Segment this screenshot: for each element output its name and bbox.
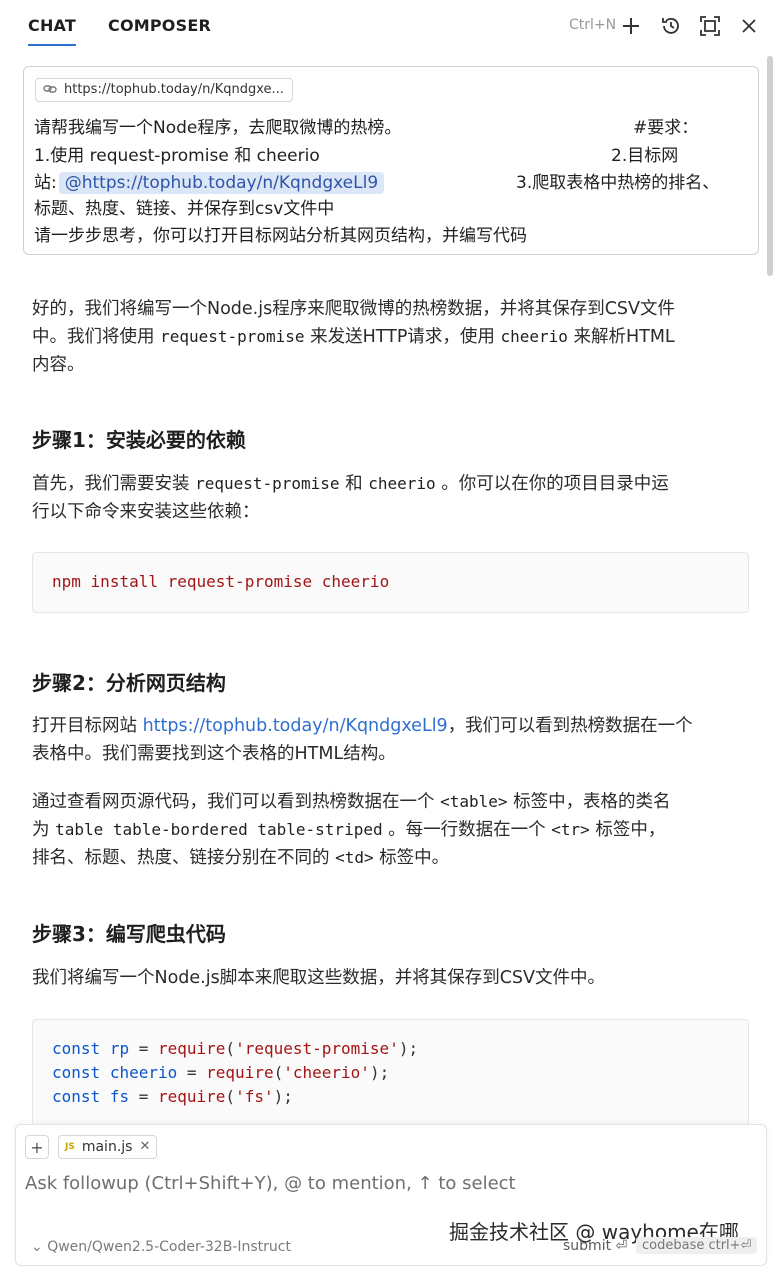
code-function: require [206,1063,274,1082]
code-token: npm [52,572,81,591]
inline-code: <tr> [551,820,590,839]
new-chat-shortcut: Ctrl+N [569,17,617,33]
text-span: 排名、标题、热度、链接分别在不同的 [32,848,336,868]
text-span: 为 [32,820,56,840]
target-site-link[interactable]: https://tophub.today/n/KqndgxeLl9 [143,716,448,736]
code-variable: fs [109,1087,130,1106]
step2-paragraph-line-4: 为 table table-bordered table-striped 。每一… [32,816,665,844]
text-span: 打开目标网站 [32,716,143,736]
user-line-1: 请帮我编写一个Node程序，去爬取微博的热榜。 [34,118,402,138]
text-span: 首先，我们需要安装 [32,474,196,494]
code-string: 'fs' [235,1087,274,1106]
step3-heading: 步骤3：编写爬虫代码 [32,922,226,946]
model-label: Qwen/Qwen2.5-Coder-32B-Instruct [47,1239,291,1255]
tab-composer[interactable]: COMPOSER [108,16,211,35]
code-variable: rp [109,1039,130,1058]
text-span: 标签中，表格的类名 [507,792,671,812]
url-mention[interactable]: @https://tophub.today/n/KqndgxeLl9 [58,172,385,194]
response-intro-line-2: 中。我们将使用 request-promise 来发送HTTP请求，使用 che… [32,323,675,351]
code-line: const fs = require('fs'); [52,1087,293,1106]
code-token: install [90,572,158,591]
tab-chat[interactable]: CHAT [28,16,76,46]
maximize-icon[interactable] [697,13,723,39]
install-code-block[interactable]: npm install request-promise cheerio [32,552,749,613]
inline-code: request-promise [160,327,305,346]
inline-code: cheerio [368,474,436,493]
close-icon[interactable] [736,13,762,39]
code-string: 'request-promise' [235,1039,399,1058]
code-line: const cheerio = require('cheerio'); [52,1063,390,1082]
inline-code: cheerio [500,327,568,346]
text-span: 和 [339,474,369,494]
code-variable: cheerio [109,1063,178,1082]
text-span: 。你可以在你的项目目录中运 [435,474,669,494]
code-line: npm install request-promise cheerio [52,572,389,591]
step2-heading: 步骤2：分析网页结构 [32,671,226,695]
step2-paragraph-line-2: 表格中。我们需要找到这个表格的HTML结构。 [32,744,396,764]
user-line-2-right: 2.目标网 [611,146,679,166]
step1-paragraph-line-1: 首先，我们需要安装 request-promise 和 cheerio 。你可以… [32,470,669,498]
url-context-chip[interactable]: https://tophub.today/n/Kqndgxe... [35,78,293,102]
step1-heading: 步骤1：安装必要的依赖 [32,428,246,452]
step2-paragraph-line-5: 排名、标题、热度、链接分别在不同的 <td> 标签中。 [32,844,449,872]
user-line-3-prefix: 站: [34,173,57,193]
user-line-2: 1.使用 request-promise 和 cheerio [34,146,320,166]
panel-header: CHAT COMPOSER Ctrl+N [0,0,773,54]
url-chip-label: https://tophub.today/n/Kqndgxe... [64,82,284,97]
plus-icon[interactable] [618,13,644,39]
followup-input-panel: + JS main.js ✕ Ask followup (Ctrl+Shift+… [15,1124,767,1266]
text-span: 来解析HTML [567,327,675,347]
step3-paragraph: 我们将编写一个Node.js脚本来爬取这些数据，并将其保存到CSV文件中。 [32,968,606,988]
scraper-code-block[interactable]: const rp = require('request-promise'); c… [32,1019,749,1124]
text-span: 标签中， [589,820,666,840]
submit-button[interactable]: submit ⏎ [563,1238,627,1254]
user-line-3-right: 3.爬取表格中热榜的排名、 [516,173,720,193]
link-icon [43,82,57,104]
code-function: require [157,1087,226,1106]
text-span: 。每一行数据在一个 [382,820,552,840]
scrollbar[interactable] [767,56,773,276]
code-token: request-promise [167,572,313,591]
codebase-button[interactable]: codebase ctrl+⏎ [636,1237,758,1254]
chevron-down-icon: ⌄ [31,1239,43,1255]
text-span: 中。我们将使用 [32,327,161,347]
inline-code: table table-bordered table-striped [55,820,383,839]
response-intro-line-1: 好的，我们将编写一个Node.js程序来爬取微博的热榜数据，并将其保存到CSV文… [32,299,676,319]
step2-paragraph-line-3: 通过查看网页源代码，我们可以看到热榜数据在一个 <table> 标签中，表格的类… [32,788,671,816]
user-message: https://tophub.today/n/Kqndgxe... 请帮我编写一… [23,66,759,255]
user-line-5: 请一步步思考，你可以打开目标网站分析其网页结构，并编写代码 [34,226,527,246]
text-span: 标签中。 [373,848,450,868]
inline-code: <td> [335,848,374,867]
inline-code: <table> [440,792,508,811]
code-token: cheerio [321,572,390,591]
user-line-4: 标题、热度、链接、并保存到csv文件中 [34,199,335,219]
text-span: 通过查看网页源代码，我们可以看到热榜数据在一个 [32,792,441,812]
step1-paragraph-line-2: 行以下命令来安装这些依赖： [32,502,260,522]
code-function: require [157,1039,226,1058]
history-icon[interactable] [658,13,684,39]
remove-file-icon[interactable]: ✕ [139,1136,150,1158]
code-keyword: const [52,1063,101,1082]
js-file-icon: JS [65,1142,75,1152]
inline-code: request-promise [195,474,340,493]
user-line-1-right: #要求： [633,118,699,138]
code-keyword: const [52,1087,101,1106]
code-line: const rp = require('request-promise'); [52,1039,419,1058]
add-context-button[interactable]: + [25,1135,49,1159]
text-span: ，我们可以看到热榜数据在一个 [447,716,693,736]
followup-input[interactable]: Ask followup (Ctrl+Shift+Y), @ to mentio… [25,1173,516,1194]
step2-paragraph-line-1: 打开目标网站 https://tophub.today/n/KqndgxeLl9… [32,712,693,740]
file-context-chip[interactable]: JS main.js ✕ [58,1135,158,1159]
code-string: 'cheerio' [283,1063,370,1082]
text-span: 来发送HTTP请求，使用 [304,327,501,347]
user-line-3: 站: @https://tophub.today/n/KqndgxeLl9 [34,168,385,194]
model-selector[interactable]: ⌄ Qwen/Qwen2.5-Coder-32B-Instruct [31,1239,291,1255]
file-chip-label: main.js [81,1139,133,1155]
code-keyword: const [52,1039,101,1058]
response-intro-line-3: 内容。 [32,355,85,375]
